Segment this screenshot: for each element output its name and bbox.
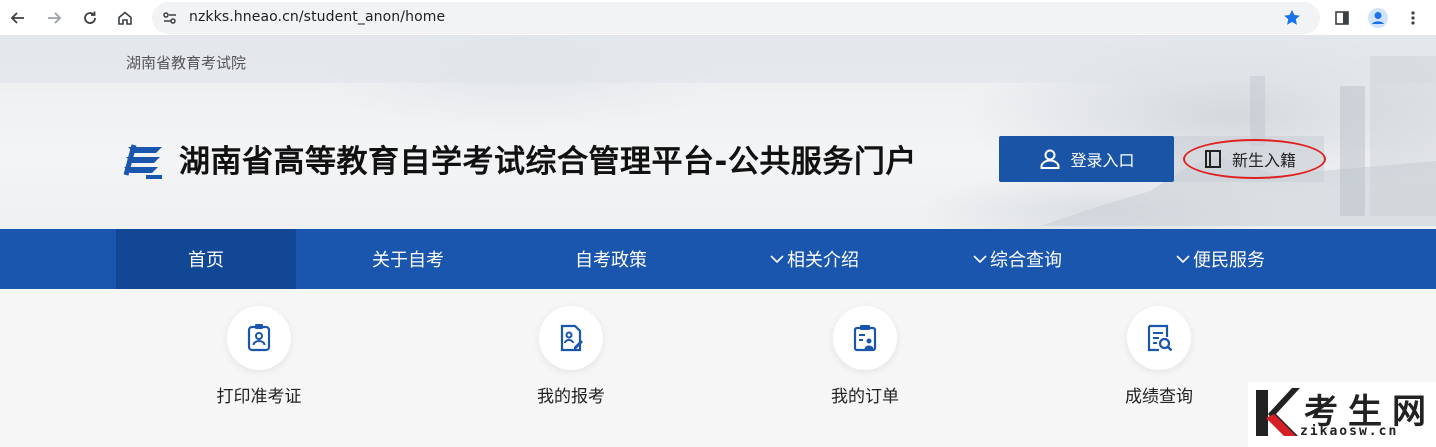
nav-item-about[interactable]: 关于自考	[318, 229, 498, 289]
service-icon-circle[interactable]	[227, 306, 291, 370]
service-label: 打印准考证	[216, 387, 302, 407]
reload-icon[interactable]	[78, 6, 102, 30]
chevron-down-icon	[973, 255, 987, 264]
service-print-admission[interactable]: 打印准考证	[199, 306, 319, 407]
search-document-icon	[1147, 324, 1173, 352]
browser-toolbar: nzkks.hneao.cn/student_anon/home	[0, 0, 1436, 36]
site-settings-icon[interactable]	[162, 10, 178, 26]
user-icon	[1040, 149, 1060, 169]
page: 湖南省教育考试院 湖南省高等教育自学考试综合管理平台-公共服务门户 登录入口 新…	[0, 36, 1436, 447]
service-icon-circle[interactable]	[539, 306, 603, 370]
nav-item-label: 综合查询	[990, 250, 1062, 271]
service-label: 我的订单	[831, 387, 899, 407]
back-icon[interactable]	[6, 6, 30, 30]
main-nav: 首页 关于自考 自考政策 相关介绍 综合查询 便民服务	[0, 229, 1436, 289]
forward-icon[interactable]	[42, 6, 66, 30]
nav-item-services[interactable]: 便民服务	[1130, 229, 1310, 289]
site-title: 湖南省高等教育自学考试综合管理平台-公共服务门户	[179, 144, 917, 180]
service-label: 我的报考	[537, 387, 605, 407]
service-score-query[interactable]: 成绩查询	[1099, 306, 1219, 407]
hnee-logo	[123, 144, 162, 179]
service-icon-circle[interactable]	[833, 306, 897, 370]
menu-kebab-icon[interactable]	[1401, 6, 1425, 30]
login-label: 登录入口	[1070, 151, 1135, 170]
nav-item-label: 首页	[188, 250, 224, 271]
service-label: 成绩查询	[1125, 387, 1193, 407]
clipboard-user-icon	[853, 325, 877, 352]
watermark-url: zikaosw.cn	[1300, 424, 1399, 439]
service-my-registration[interactable]: 我的报考	[511, 306, 631, 407]
side-panel-icon[interactable]	[1330, 6, 1354, 30]
login-button[interactable]: 登录入口	[999, 136, 1174, 182]
service-icon-circle[interactable]	[1127, 306, 1191, 370]
nav-item-query[interactable]: 综合查询	[927, 229, 1107, 289]
chevron-down-icon	[770, 255, 784, 264]
watermark-k-logo	[1256, 388, 1300, 436]
org-name[interactable]: 湖南省教育考试院	[126, 52, 246, 73]
home-icon[interactable]	[113, 6, 137, 30]
nav-item-label: 关于自考	[372, 250, 444, 271]
service-my-orders[interactable]: 我的订单	[805, 306, 925, 407]
id-badge-icon	[247, 324, 271, 352]
highlight-oval	[1183, 139, 1326, 179]
nav-item-label: 自考政策	[575, 250, 647, 271]
nav-item-label: 便民服务	[1193, 250, 1265, 271]
nav-item-label: 相关介绍	[787, 250, 859, 271]
hero-banner: 湖南省教育考试院 湖南省高等教育自学考试综合管理平台-公共服务门户 登录入口 新…	[0, 36, 1436, 229]
url-text: nzkks.hneao.cn/student_anon/home	[189, 9, 446, 25]
nav-item-intro[interactable]: 相关介绍	[724, 229, 904, 289]
watermark: 考生网 zikaosw.cn	[1248, 382, 1436, 447]
nav-item-policy[interactable]: 自考政策	[521, 229, 701, 289]
bookmark-star-icon[interactable]	[1282, 8, 1302, 28]
nav-item-home[interactable]: 首页	[116, 229, 296, 289]
address-bar[interactable]: nzkks.hneao.cn/student_anon/home	[152, 2, 1320, 34]
chevron-down-icon	[1176, 255, 1190, 264]
edit-document-icon	[560, 324, 583, 352]
profile-avatar-icon[interactable]	[1366, 6, 1390, 30]
